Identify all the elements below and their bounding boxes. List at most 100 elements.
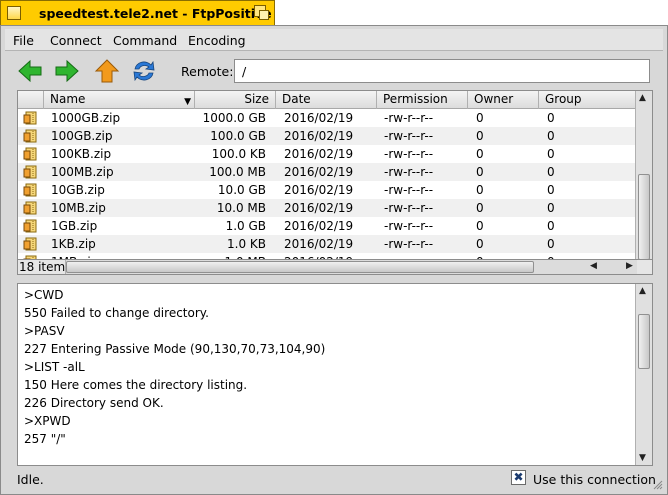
- file-owner: 0: [476, 111, 484, 125]
- log-lines: >CWD 550 Failed to change directory. >PASV…: [24, 286, 325, 448]
- file-owner: 0: [476, 129, 484, 143]
- file-group: 0: [547, 165, 555, 179]
- scroll-up-arrow-icon[interactable]: ▲: [639, 93, 646, 103]
- file-permission: -rw-r--r--: [384, 111, 434, 125]
- remote-label: Remote:: [181, 64, 234, 79]
- file-group: 0: [547, 111, 555, 125]
- zip-file-icon: [23, 183, 37, 197]
- zip-file-icon: [23, 165, 37, 179]
- file-name: 100GB.zip: [51, 129, 113, 143]
- column-name-label: Name: [50, 92, 86, 106]
- file-list[interactable]: Name ▼ Size Date Permission Owner Group …: [17, 90, 653, 273]
- file-size: 1000.0 GB: [202, 111, 266, 125]
- file-owner: 0: [476, 219, 484, 233]
- up-arrow-icon: [94, 59, 120, 83]
- refresh-icon: [133, 60, 155, 82]
- column-size[interactable]: Size: [195, 91, 276, 109]
- log-scroll-thumb[interactable]: [638, 314, 650, 369]
- close-button[interactable]: [7, 6, 21, 20]
- file-group: 0: [547, 201, 555, 215]
- scroll-left-arrow-icon[interactable]: ◀: [590, 261, 597, 271]
- file-name: 10MB.zip: [51, 201, 106, 215]
- file-date: 2016/02/19: [284, 219, 354, 233]
- log-line: >LIST -alL: [24, 360, 85, 374]
- table-row[interactable]: 10GB.zip 10.0 GB 2016/02/19 -rw-r--r-- 0 0: [18, 181, 636, 199]
- file-owner: 0: [476, 201, 484, 215]
- resize-grip-icon[interactable]: [653, 480, 663, 490]
- file-size: 10.0 MB: [216, 201, 266, 215]
- status-text: Idle.: [17, 472, 44, 487]
- file-size: 100.0 MB: [209, 165, 266, 179]
- file-group: 0: [547, 183, 555, 197]
- column-permission-label: Permission: [383, 92, 448, 106]
- column-icon-header: [18, 91, 44, 109]
- file-size: 1.0 GB: [225, 219, 266, 233]
- toolbar: Remote:: [5, 52, 663, 88]
- zip-file-icon: [23, 111, 37, 125]
- file-list-footer: 18 items ◀ ▶: [17, 259, 653, 275]
- table-row[interactable]: 1KB.zip 1.0 KB 2016/02/19 -rw-r--r-- 0 0: [18, 235, 636, 253]
- log-scroll-down-arrow-icon[interactable]: ▼: [639, 453, 646, 463]
- menu-encoding[interactable]: Encoding: [188, 33, 246, 48]
- file-group: 0: [547, 219, 555, 233]
- log-line: >CWD: [24, 288, 64, 302]
- file-name: 10GB.zip: [51, 183, 105, 197]
- menu-connect[interactable]: Connect: [50, 33, 102, 48]
- log-line: 150 Here comes the directory listing.: [24, 378, 248, 392]
- log-vscrollbar[interactable]: ▲ ▼: [635, 284, 652, 465]
- remote-path-input[interactable]: [234, 59, 650, 83]
- zoom-button[interactable]: [254, 5, 270, 21]
- column-name[interactable]: Name ▼: [44, 91, 195, 109]
- column-owner[interactable]: Owner: [468, 91, 539, 109]
- scroll-right-arrow-icon[interactable]: ▶: [626, 261, 633, 271]
- file-name: 1GB.zip: [51, 219, 98, 233]
- command-log[interactable]: >CWD 550 Failed to change directory. >PASV…: [17, 283, 653, 466]
- file-date: 2016/02/19: [284, 237, 354, 251]
- use-connection-checkbox[interactable]: ✖: [511, 470, 526, 485]
- file-permission: -rw-r--r--: [384, 237, 434, 251]
- menu-command[interactable]: Command: [113, 33, 177, 48]
- zip-file-icon: [23, 237, 37, 251]
- file-list-vscrollbar[interactable]: ▲ ▼: [635, 91, 652, 272]
- file-date: 2016/02/19: [284, 183, 354, 197]
- file-list-scroll-thumb[interactable]: [638, 174, 650, 260]
- file-date: 2016/02/19: [284, 111, 354, 125]
- column-header: Name ▼ Size Date Permission Owner Group: [18, 91, 636, 109]
- log-line: >PASV: [24, 324, 65, 338]
- parent-dir-button[interactable]: [94, 58, 120, 84]
- log-scroll-up-arrow-icon[interactable]: ▲: [639, 286, 646, 296]
- file-permission: -rw-r--r--: [384, 219, 434, 233]
- refresh-button[interactable]: [131, 58, 157, 84]
- use-connection-label[interactable]: Use this connection: [533, 472, 656, 487]
- file-group: 0: [547, 129, 555, 143]
- column-size-label: Size: [244, 92, 269, 106]
- zip-file-icon: [23, 201, 37, 215]
- table-row[interactable]: 100MB.zip 100.0 MB 2016/02/19 -rw-r--r-- 0 0: [18, 163, 636, 181]
- main-window: File Connect Command Encoding Remote: / …: [0, 25, 668, 495]
- file-list-hscroll-thumb[interactable]: [66, 261, 534, 273]
- file-list-hscrollbar[interactable]: ◀ ▶: [65, 260, 637, 274]
- file-size: 100.0 GB: [210, 129, 266, 143]
- items-count: 18 items: [19, 260, 72, 274]
- menu-file[interactable]: File: [13, 33, 34, 48]
- table-row[interactable]: 100GB.zip 100.0 GB 2016/02/19 -rw-r--r-- 0 0: [18, 127, 636, 145]
- table-row[interactable]: 10MB.zip 10.0 MB 2016/02/19 -rw-r--r-- 0 0: [18, 199, 636, 217]
- file-owner: 0: [476, 165, 484, 179]
- log-line: >XPWD: [24, 414, 71, 428]
- zip-file-icon: [23, 129, 37, 143]
- table-row[interactable]: 100KB.zip 100.0 KB 2016/02/19 -rw-r--r-- 0 0: [18, 145, 636, 163]
- column-owner-label: Owner: [474, 92, 514, 106]
- back-button[interactable]: [17, 58, 43, 84]
- menu-bar: File Connect Command Encoding: [5, 29, 663, 51]
- forward-button[interactable]: [54, 58, 80, 84]
- table-row[interactable]: 1000GB.zip 1000.0 GB 2016/02/19 -rw-r--r-- 0…: [18, 109, 636, 127]
- column-date[interactable]: Date: [276, 91, 377, 109]
- column-group[interactable]: Group: [539, 91, 636, 109]
- column-permission[interactable]: Permission: [377, 91, 468, 109]
- window-title-tab[interactable]: speedtest.tele2.net - FtpPositive: [0, 0, 275, 25]
- zip-file-icon: [23, 147, 37, 161]
- file-owner: 0: [476, 183, 484, 197]
- file-owner: 0: [476, 147, 484, 161]
- table-row[interactable]: 1GB.zip 1.0 GB 2016/02/19 -rw-r--r-- 0 0: [18, 217, 636, 235]
- file-size: 10.0 GB: [217, 183, 266, 197]
